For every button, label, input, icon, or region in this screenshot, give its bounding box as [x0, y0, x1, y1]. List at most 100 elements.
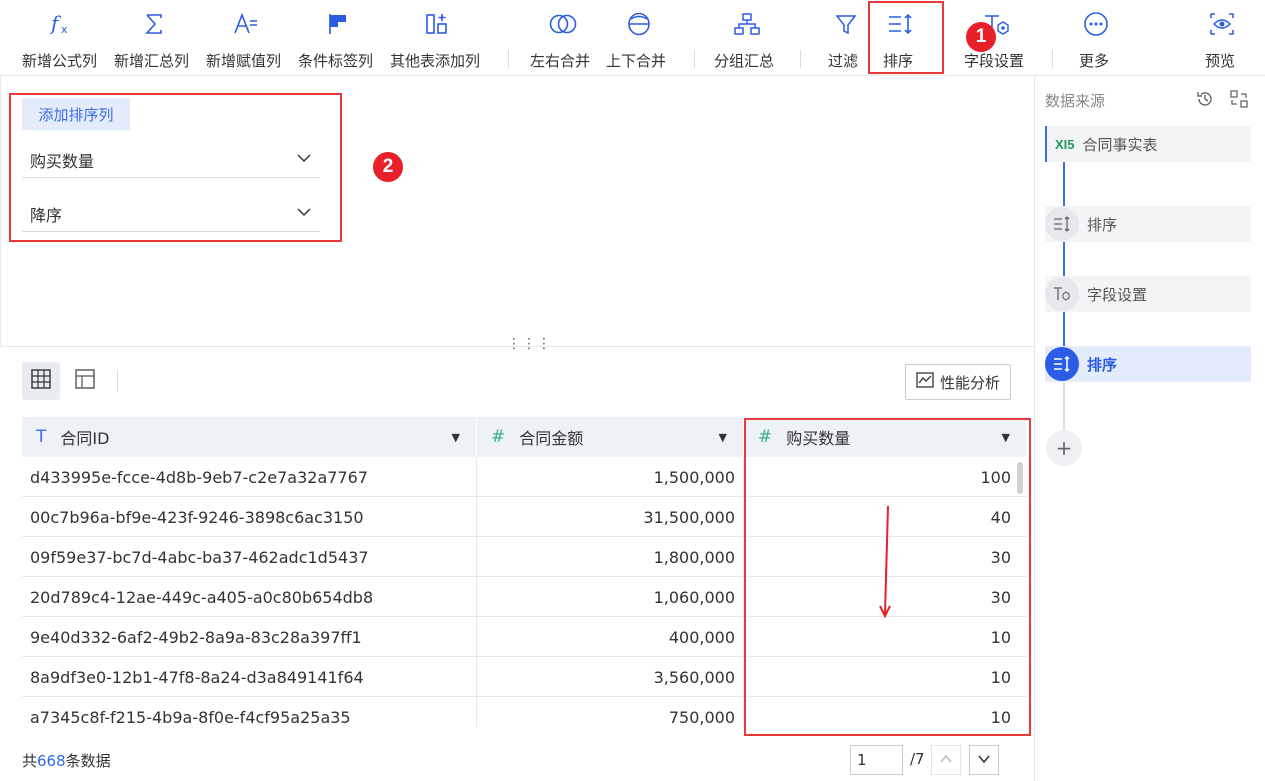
- record-count-number: 668: [37, 752, 66, 770]
- callout-badge-1: 1: [966, 22, 996, 52]
- toolbar-separator: [508, 50, 509, 68]
- assign-icon: [230, 8, 262, 40]
- layout-switch-icon[interactable]: [1229, 89, 1249, 113]
- record-count-suffix: 条数据: [65, 752, 111, 770]
- add-assign-column-button[interactable]: 新增赋值列: [204, 0, 288, 76]
- column-menu-arrow-icon[interactable]: ▼: [719, 431, 727, 444]
- merge-vertical-button[interactable]: 上下合并: [604, 0, 674, 76]
- column-header-label: 合同ID: [60, 429, 110, 448]
- preview-button[interactable]: 预览: [1202, 0, 1242, 76]
- merge-horizontal-button[interactable]: 左右合并: [528, 0, 598, 76]
- performance-analysis-button[interactable]: 性能分析: [905, 364, 1011, 400]
- toolbar-label: 左右合并: [530, 52, 591, 70]
- grid-view-button[interactable]: [22, 362, 60, 400]
- sigma-icon: [138, 8, 170, 40]
- record-count: 共668条数据: [22, 750, 111, 771]
- flag-icon: [322, 8, 354, 40]
- cell-contract-amount: 1,500,000: [477, 457, 744, 497]
- sidebar-title: 数据来源: [1045, 92, 1106, 110]
- descending-arrow-icon: [879, 505, 891, 619]
- sort-config-highlight: [9, 93, 342, 242]
- toolbar-label: 新增赋值列: [206, 52, 282, 70]
- svg-text:x: x: [61, 23, 68, 36]
- sidebar-node-label: 字段设置: [1087, 285, 1148, 304]
- cell-contract-amount: 3,560,000: [477, 657, 744, 697]
- chevron-down-icon: [977, 751, 991, 770]
- performance-chart-icon: [916, 372, 934, 392]
- flow-connector: [1063, 382, 1065, 432]
- cell-contract-id: a7345c8f-f215-4b9a-8f0e-f4cf95a25a35: [22, 697, 477, 727]
- column-header-contract-id[interactable]: T 合同ID ▼: [22, 417, 477, 457]
- cell-contract-id: 00c7b96a-bf9e-423f-9246-3898c6ac3150: [22, 497, 477, 537]
- conditional-tag-column-button[interactable]: 条件标签列: [296, 0, 380, 76]
- sidebar-node-sort[interactable]: 排序: [1045, 206, 1251, 242]
- column-header-contract-amount[interactable]: # 合同金额 ▼: [477, 417, 744, 457]
- filter-icon: [830, 8, 862, 40]
- cell-contract-id: 8a9df3e0-12b1-47f8-8a24-d3a849141f64: [22, 657, 477, 697]
- sort-icon: [1045, 347, 1079, 381]
- grid-icon: [31, 369, 51, 393]
- add-summary-column-button[interactable]: 新增汇总列: [112, 0, 196, 76]
- excel-icon: XI5: [1055, 136, 1075, 152]
- more-icon: [1080, 8, 1112, 40]
- resize-handle[interactable]: ⋮⋮⋮: [507, 336, 552, 352]
- more-button[interactable]: 更多: [1076, 0, 1116, 76]
- formula-icon: fx: [46, 8, 78, 40]
- merge-horizontal-icon: [547, 8, 579, 40]
- filter-button[interactable]: 过滤: [826, 0, 866, 76]
- toolbar-separator: [1052, 50, 1053, 68]
- sidebar-node-sort-active[interactable]: 排序: [1045, 346, 1251, 382]
- toolbar-label: 字段设置: [964, 52, 1025, 70]
- cell-contract-id: 9e40d332-6af2-49b2-8a9a-83c28a397ff1: [22, 617, 477, 657]
- cell-contract-amount: 1,800,000: [477, 537, 744, 577]
- performance-analysis-label: 性能分析: [939, 373, 1000, 392]
- toolbar-label: 条件标签列: [298, 52, 374, 70]
- group-icon: [731, 8, 763, 40]
- sidebar-node-source-table[interactable]: XI5 合同事实表: [1045, 126, 1251, 162]
- prev-page-button[interactable]: [931, 745, 961, 775]
- group-summary-button[interactable]: 分组汇总: [712, 0, 782, 76]
- field-settings-icon: [1045, 277, 1079, 311]
- toolbar-label: 预览: [1205, 52, 1236, 70]
- flow-connector: [1063, 312, 1065, 348]
- sort-icon: [1045, 207, 1079, 241]
- cell-contract-id: 20d789c4-12ae-449c-a405-a0c80b654db8: [22, 577, 477, 617]
- toolbar-label: 分组汇总: [714, 52, 775, 70]
- preview-icon: [1206, 8, 1238, 40]
- flow-connector: [1063, 240, 1065, 276]
- toolbar-label: 新增公式列: [22, 52, 98, 70]
- sort-button-highlight: [868, 1, 944, 74]
- toolbar-label: 更多: [1079, 52, 1110, 70]
- layout-view-button[interactable]: [66, 362, 104, 400]
- cell-contract-amount: 31,500,000: [477, 497, 744, 537]
- toolbar-separator: [694, 50, 695, 68]
- add-column-icon: [422, 8, 454, 40]
- page-total: /7: [910, 750, 925, 768]
- cell-contract-amount: 400,000: [477, 617, 744, 657]
- sidebar-node-label: 合同事实表: [1082, 135, 1158, 154]
- number-type-icon: #: [491, 427, 506, 447]
- text-type-icon: T: [36, 427, 47, 447]
- toolbar: fx 新增公式列 新增汇总列 新增赋值列 条件标签列 其他表添加列 左右合并 上…: [0, 0, 1265, 76]
- toolbar-label: 新增汇总列: [114, 52, 190, 70]
- history-icon[interactable]: [1195, 89, 1215, 113]
- add-column-from-other-table-button[interactable]: 其他表添加列: [388, 0, 488, 76]
- toolbar-label: 过滤: [828, 52, 859, 70]
- add-step-button[interactable]: +: [1046, 430, 1082, 466]
- cell-contract-amount: 750,000: [477, 697, 744, 727]
- toolbar-label: 其他表添加列: [390, 52, 481, 70]
- merge-vertical-icon: [623, 8, 655, 40]
- toolbar-label: 上下合并: [606, 52, 667, 70]
- sidebar-node-field-settings[interactable]: 字段设置: [1045, 276, 1251, 312]
- layout-icon: [75, 369, 95, 393]
- cell-contract-amount: 1,060,000: [477, 577, 744, 617]
- cell-contract-id: d433995e-fcce-4d8b-9eb7-c2e7a32a7767: [22, 457, 477, 497]
- flow-connector: [1063, 160, 1065, 206]
- next-page-button[interactable]: [969, 745, 999, 775]
- page-number-input[interactable]: 1: [850, 745, 903, 775]
- column-menu-arrow-icon[interactable]: ▼: [452, 431, 460, 444]
- add-formula-column-button[interactable]: fx 新增公式列: [20, 0, 104, 76]
- callout-badge-2: 2: [373, 152, 403, 182]
- data-flow-sidebar: [1034, 76, 1265, 781]
- chevron-up-icon: [939, 751, 953, 770]
